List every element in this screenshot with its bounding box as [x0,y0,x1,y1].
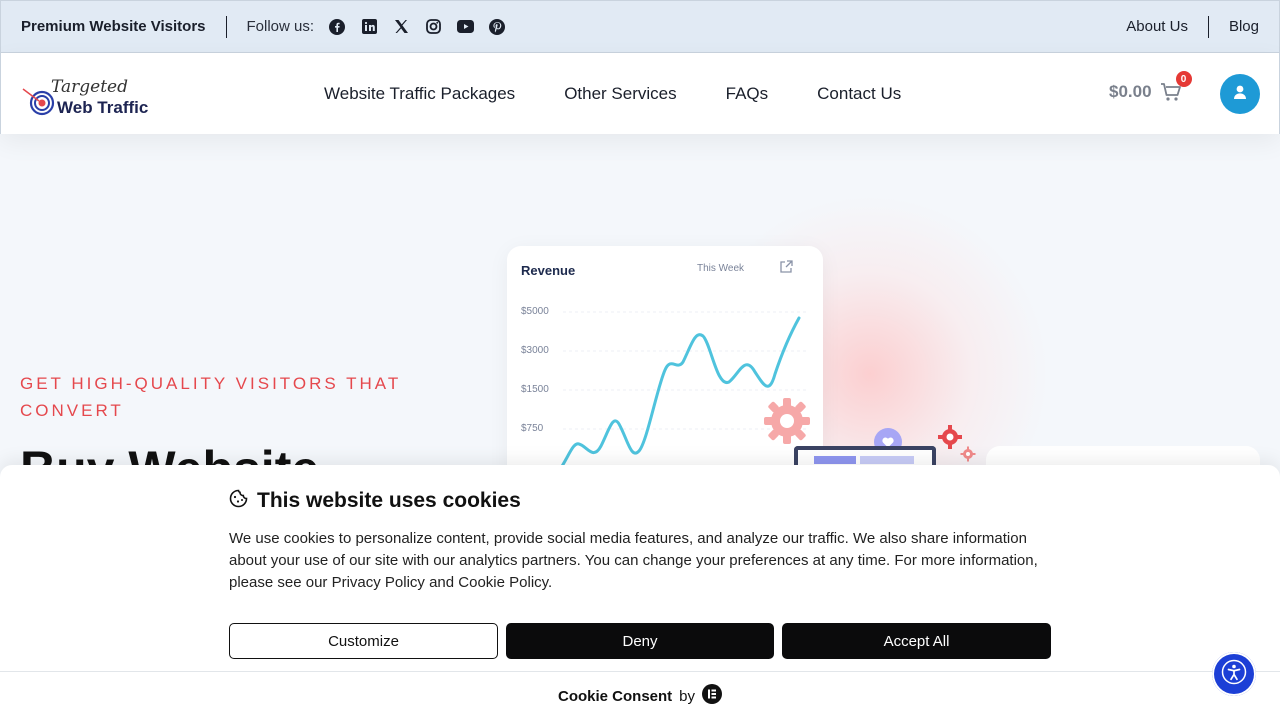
top-bar: Premium Website Visitors Follow us: Abou… [0,0,1280,53]
monitor-bar [860,456,914,464]
nav-website-traffic-packages[interactable]: Website Traffic Packages [324,84,515,104]
gear-icon [760,394,814,453]
cart-count-badge: 0 [1175,71,1192,87]
logo-text-top: Targeted [51,77,128,97]
cart-total: $0.00 [1109,82,1152,101]
accessibility-icon [1221,659,1247,690]
instagram-icon[interactable] [424,18,442,36]
cookie-footer: Cookie Consent by [0,684,1280,709]
gear-icon [960,446,976,467]
cookie-consent-banner: This website uses cookies We use cookies… [0,465,1280,720]
elementor-icon[interactable] [702,684,723,709]
cart-icon: 0 [1160,71,1192,103]
main-nav: Website Traffic Packages Other Services … [324,53,901,134]
social-links [328,18,506,36]
cookie-body: We use cookies to personalize content, p… [229,530,1038,591]
monitor-bar [814,456,856,464]
about-us-link[interactable]: About Us [1126,18,1188,35]
linkedin-icon[interactable] [360,18,378,36]
user-icon [1232,84,1248,105]
follow-label: Follow us: [246,18,315,35]
topbar-links: About Us Blog [1126,15,1259,38]
account-button[interactable] [1220,74,1260,114]
cookie-title: This website uses cookies [257,489,521,512]
accessibility-button[interactable] [1212,652,1256,696]
site-logo[interactable]: Targeted Web Traffic [21,67,181,123]
logo-text-bottom: Web Traffic [57,98,148,117]
deny-button[interactable]: Deny [506,623,774,659]
hero-eyebrow: GET HIGH-QUALITY VISITORS THAT CONVERT [20,374,401,420]
main-header: Targeted Web Traffic Website Traffic Pac… [0,53,1280,134]
x-icon[interactable] [392,18,410,36]
cookie-by-label: by [679,688,696,705]
nav-faqs[interactable]: FAQs [726,84,769,104]
cookie-header: This website uses cookies [229,489,521,513]
hero-section: GET HIGH-QUALITY VISITORS THAT CONVERT B… [0,134,1280,474]
customize-button[interactable]: Customize [229,623,498,659]
divider [225,15,227,38]
blog-link[interactable]: Blog [1229,18,1259,35]
nav-contact-us[interactable]: Contact Us [817,84,901,104]
divider [1207,15,1209,38]
nav-other-services[interactable]: Other Services [564,84,676,104]
cart-button[interactable]: $0.00 0 [1109,71,1192,103]
pinterest-icon[interactable] [488,18,506,36]
accept-all-button[interactable]: Accept All [782,623,1051,659]
facebook-icon[interactable] [328,18,346,36]
cookie-consent-brand[interactable]: Cookie Consent [558,688,672,705]
cookie-icon [229,489,248,513]
divider [0,671,1280,672]
youtube-icon[interactable] [456,18,474,36]
topbar-brand: Premium Website Visitors [21,18,206,35]
